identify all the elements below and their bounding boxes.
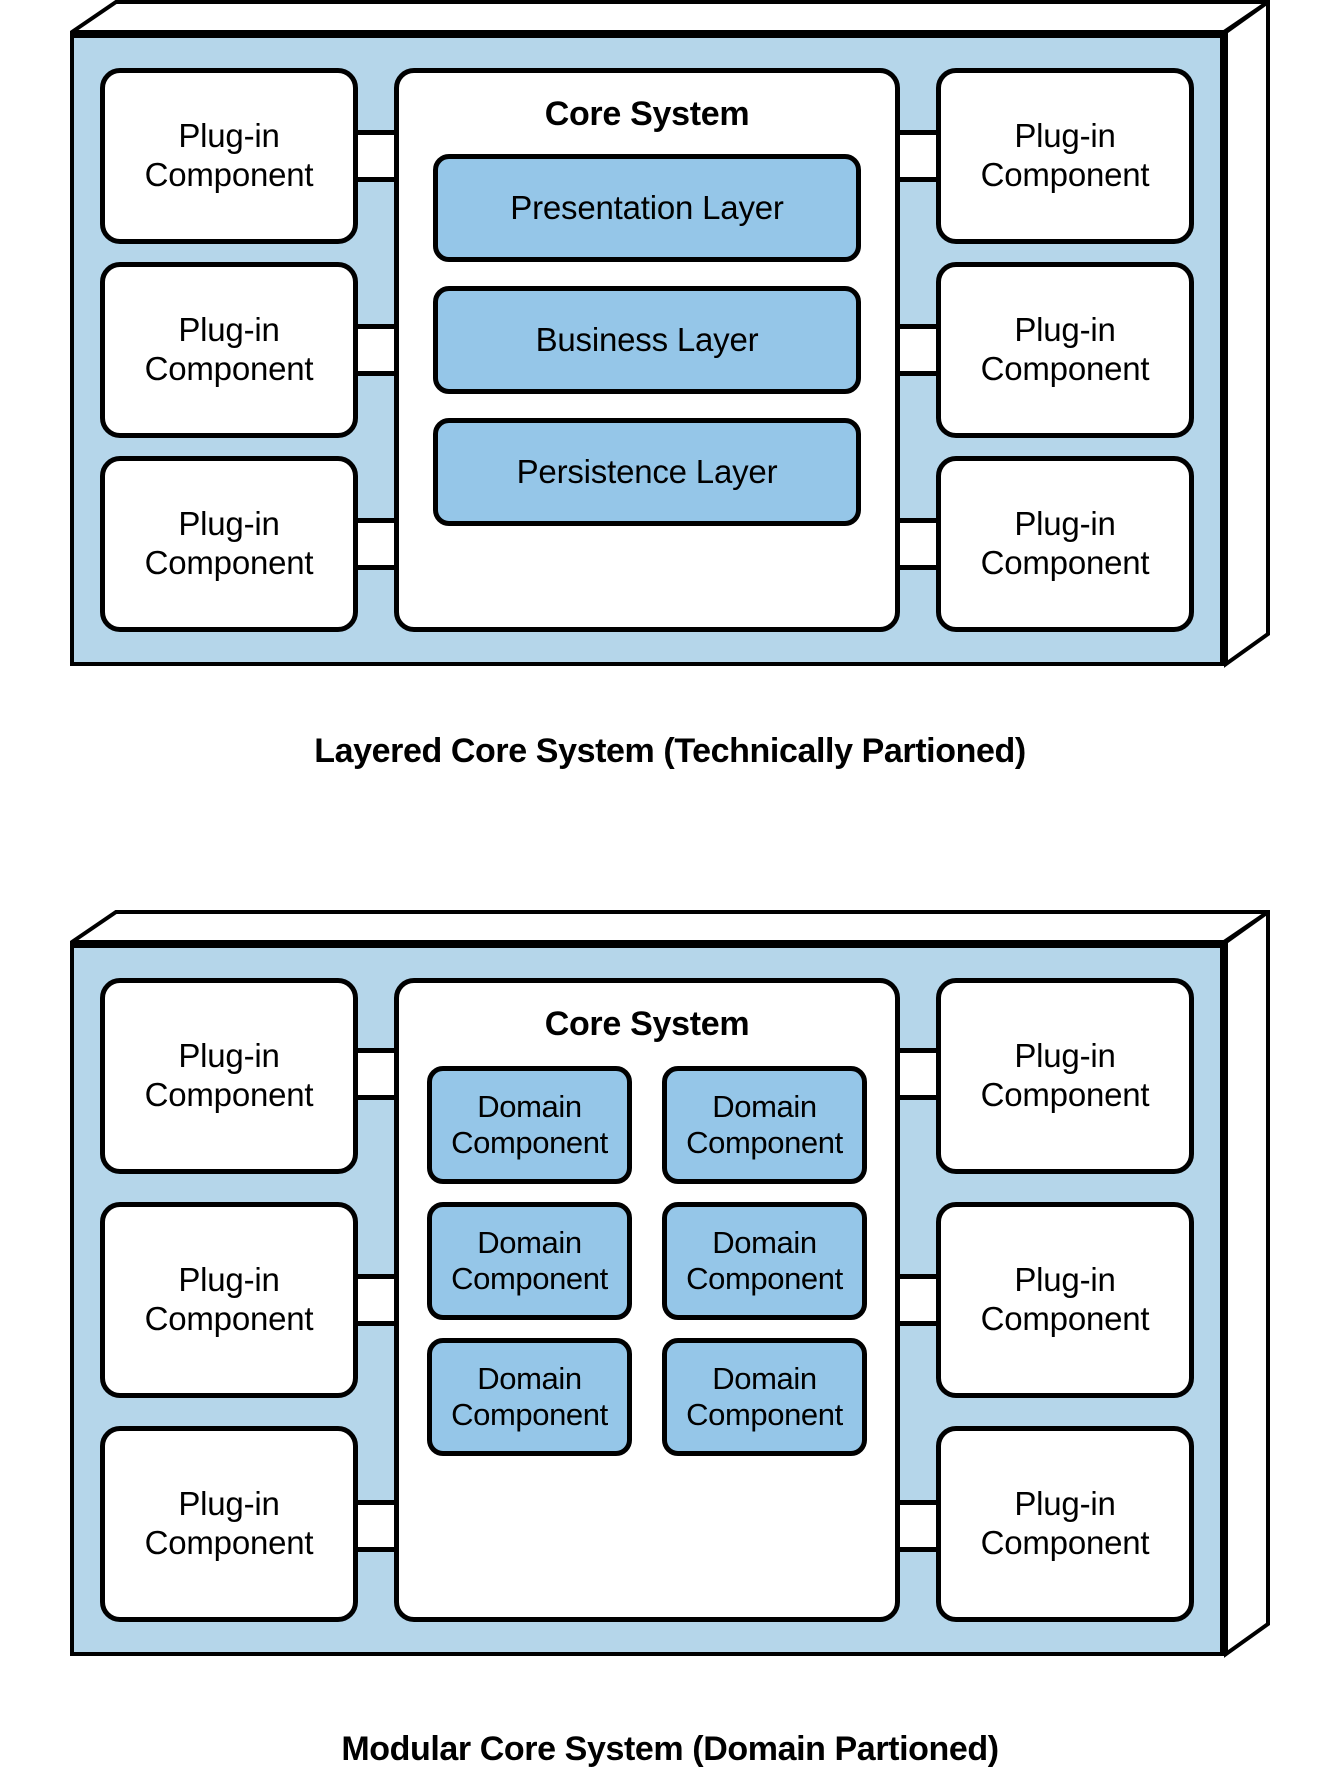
plugin-component-box[interactable]: Plug-in Component — [100, 262, 358, 438]
modular-right-connector-column — [900, 978, 936, 1622]
plugin-label-line2: Component — [144, 1300, 314, 1337]
figure-layered-core-system: Plug-in Component Plug-in Component Plug… — [0, 0, 1340, 771]
plugin-label-line1: Plug-in — [178, 1485, 280, 1523]
domain-label-line2: Component — [686, 1397, 843, 1432]
layered-figure-caption: Layered Core System (Technically Partion… — [314, 732, 1026, 770]
plugin-connector — [900, 1048, 936, 1100]
core-system-box[interactable]: Core System Presentation Layer Business … — [394, 68, 900, 632]
modular-right-plugin-column: Plug-in Component Plug-in Component Plug… — [936, 978, 1194, 1622]
domain-component-box[interactable]: Domain Component — [662, 1202, 867, 1320]
layered-left-connector-column — [358, 68, 394, 632]
plugin-label-line1: Plug-in — [1014, 1261, 1116, 1299]
layer-stack: Presentation Layer Business Layer Persis… — [399, 154, 895, 526]
core-system-box[interactable]: Core System Domain Component Domain Comp… — [394, 978, 900, 1622]
domain-label-line2: Component — [686, 1261, 843, 1296]
plugin-connector — [900, 324, 936, 376]
plugin-label-line1: Plug-in — [1014, 1485, 1116, 1523]
plugin-connector — [900, 1500, 936, 1552]
domain-label-line1: Domain — [477, 1361, 582, 1397]
domain-component-box[interactable]: Domain Component — [427, 1202, 632, 1320]
modular-core-frame: Plug-in Component Plug-in Component Plug… — [70, 944, 1224, 1656]
plugin-label-line1: Plug-in — [178, 1261, 280, 1299]
plugin-connector — [358, 1274, 394, 1326]
plugin-connector — [358, 1048, 394, 1100]
plugin-component-box[interactable]: Plug-in Component — [936, 262, 1194, 438]
layered-left-plugin-column: Plug-in Component Plug-in Component Plug… — [100, 68, 358, 632]
plugin-label-line1: Plug-in — [178, 311, 280, 349]
modular-3d-container: Plug-in Component Plug-in Component Plug… — [70, 910, 1270, 1700]
domain-label-line2: Component — [451, 1125, 608, 1160]
plugin-label-line1: Plug-in — [178, 505, 280, 543]
modular-box-side-face — [1224, 910, 1270, 1658]
plugin-component-box[interactable]: Plug-in Component — [100, 1426, 358, 1622]
plugin-label-line2: Component — [980, 544, 1150, 581]
layered-core-frame: Plug-in Component Plug-in Component Plug… — [70, 34, 1224, 666]
plugin-label-line2: Component — [144, 544, 314, 581]
core-system-title: Core System — [544, 95, 750, 133]
layered-3d-container: Plug-in Component Plug-in Component Plug… — [70, 0, 1270, 700]
plugin-label-line1: Plug-in — [1014, 505, 1116, 543]
domain-label-line2: Component — [451, 1397, 608, 1432]
plugin-connector — [900, 1274, 936, 1326]
modular-box-top-face — [70, 910, 1270, 944]
layer-box-presentation[interactable]: Presentation Layer — [433, 154, 861, 262]
domain-component-grid: Domain Component Domain Component Domain… — [399, 1066, 895, 1456]
plugin-component-box[interactable]: Plug-in Component — [100, 978, 358, 1174]
plugin-component-box[interactable]: Plug-in Component — [936, 978, 1194, 1174]
plugin-connector — [358, 1500, 394, 1552]
plugin-connector — [900, 518, 936, 570]
plugin-label-line1: Plug-in — [1014, 1037, 1116, 1075]
layer-label: Persistence Layer — [516, 453, 778, 490]
domain-label-line1: Domain — [477, 1225, 582, 1261]
layered-right-connector-column — [900, 68, 936, 632]
domain-label-line2: Component — [686, 1125, 843, 1160]
plugin-label-line2: Component — [144, 1076, 314, 1113]
plugin-label-line2: Component — [980, 156, 1150, 193]
layered-box-side-face — [1224, 0, 1270, 668]
domain-label-line1: Domain — [477, 1089, 582, 1125]
layer-box-persistence[interactable]: Persistence Layer — [433, 418, 861, 526]
domain-label-line1: Domain — [712, 1089, 817, 1125]
plugin-connector — [358, 324, 394, 376]
plugin-label-line1: Plug-in — [178, 117, 280, 155]
plugin-connector — [900, 130, 936, 182]
domain-label-line1: Domain — [712, 1225, 817, 1261]
domain-label-line2: Component — [451, 1261, 608, 1296]
plugin-label-line1: Plug-in — [1014, 311, 1116, 349]
plugin-label-line2: Component — [980, 350, 1150, 387]
layer-box-business[interactable]: Business Layer — [433, 286, 861, 394]
modular-left-connector-column — [358, 978, 394, 1622]
plugin-label-line2: Component — [980, 1524, 1150, 1561]
modular-left-plugin-column: Plug-in Component Plug-in Component Plug… — [100, 978, 358, 1622]
plugin-label-line1: Plug-in — [178, 1037, 280, 1075]
layered-box-top-face — [70, 0, 1270, 34]
core-system-title: Core System — [544, 1005, 750, 1043]
domain-component-box[interactable]: Domain Component — [427, 1066, 632, 1184]
domain-component-box[interactable]: Domain Component — [427, 1338, 632, 1456]
plugin-label-line2: Component — [980, 1076, 1150, 1113]
plugin-label-line2: Component — [144, 1524, 314, 1561]
domain-label-line1: Domain — [712, 1361, 817, 1397]
plugin-component-box[interactable]: Plug-in Component — [936, 1426, 1194, 1622]
domain-component-box[interactable]: Domain Component — [662, 1338, 867, 1456]
plugin-connector — [358, 518, 394, 570]
plugin-connector — [358, 130, 394, 182]
plugin-component-box[interactable]: Plug-in Component — [100, 456, 358, 632]
plugin-component-box[interactable]: Plug-in Component — [936, 1202, 1194, 1398]
plugin-component-box[interactable]: Plug-in Component — [100, 1202, 358, 1398]
plugin-label-line2: Component — [144, 350, 314, 387]
layered-right-plugin-column: Plug-in Component Plug-in Component Plug… — [936, 68, 1194, 632]
layer-label: Business Layer — [535, 321, 759, 358]
modular-figure-caption: Modular Core System (Domain Partioned) — [341, 1730, 999, 1768]
figure-modular-core-system: Plug-in Component Plug-in Component Plug… — [0, 910, 1340, 1769]
plugin-label-line2: Component — [980, 1300, 1150, 1337]
plugin-label-line2: Component — [144, 156, 314, 193]
plugin-component-box[interactable]: Plug-in Component — [100, 68, 358, 244]
plugin-component-box[interactable]: Plug-in Component — [936, 68, 1194, 244]
diagram-page: Plug-in Component Plug-in Component Plug… — [0, 0, 1340, 1768]
plugin-component-box[interactable]: Plug-in Component — [936, 456, 1194, 632]
layer-label: Presentation Layer — [510, 189, 784, 226]
domain-component-box[interactable]: Domain Component — [662, 1066, 867, 1184]
plugin-label-line1: Plug-in — [1014, 117, 1116, 155]
